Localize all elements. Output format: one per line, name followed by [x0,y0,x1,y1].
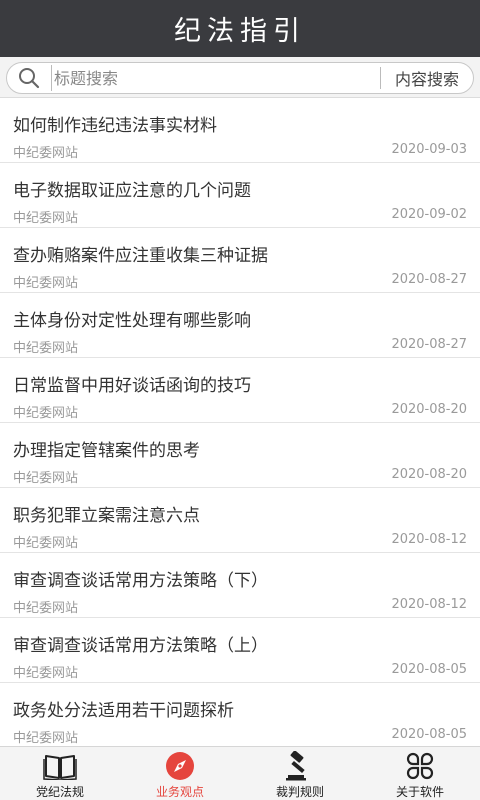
list-item[interactable]: 如何制作违纪违法事实材料 中纪委网站 2020-09-03 [0,98,480,163]
item-title: 审查调查谈话常用方法策略（下） [13,571,268,591]
title-search-input[interactable] [51,65,380,91]
content-search-button[interactable]: 内容搜索 [381,66,473,90]
item-title: 办理指定管辖案件的思考 [13,441,200,461]
tab-party-regulations[interactable]: 党纪法规 [0,747,120,800]
list-item[interactable]: 主体身份对定性处理有哪些影响 中纪委网站 2020-08-27 [0,293,480,358]
item-date: 2020-08-20 [391,467,467,482]
item-source: 中纪委网站 [13,341,79,356]
compass-icon [163,751,197,781]
item-source: 中纪委网站 [13,536,79,551]
item-date: 2020-09-03 [391,142,467,157]
item-date: 2020-08-05 [391,662,467,677]
item-date: 2020-09-02 [391,207,467,222]
tab-label: 关于软件 [395,785,444,799]
tab-business-views[interactable]: 业务观点 [120,747,240,800]
list-item[interactable]: 审查调查谈话常用方法策略（下） 中纪委网站 2020-08-12 [0,553,480,618]
cloverleaf-icon [403,751,437,781]
search-box: 内容搜索 [6,62,474,94]
item-title: 如何制作违纪违法事实材料 [13,116,217,136]
item-source: 中纪委网站 [13,666,79,681]
item-source: 中纪委网站 [13,276,79,291]
search-bar: 内容搜索 [0,57,480,98]
item-date: 2020-08-27 [391,272,467,287]
list-item[interactable]: 职务犯罪立案需注意六点 中纪委网站 2020-08-12 [0,488,480,553]
item-date: 2020-08-27 [391,337,467,352]
list-item[interactable]: 查办贿赂案件应注重收集三种证据 中纪委网站 2020-08-27 [0,228,480,293]
item-title: 主体身份对定性处理有哪些影响 [13,311,251,331]
list-item[interactable]: 电子数据取证应注意的几个问题 中纪委网站 2020-09-02 [0,163,480,228]
list-item[interactable]: 政务处分法适用若干问题探析 中纪委网站 2020-08-05 [0,683,480,746]
item-title: 查办贿赂案件应注重收集三种证据 [13,246,268,266]
list-item[interactable]: 办理指定管辖案件的思考 中纪委网站 2020-08-20 [0,423,480,488]
tab-label: 党纪法规 [35,785,84,799]
item-date: 2020-08-05 [391,727,467,742]
open-book-icon [43,751,77,781]
tab-label: 业务观点 [155,785,204,799]
article-list: 如何制作违纪违法事实材料 中纪委网站 2020-09-03 电子数据取证应注意的… [0,98,480,746]
list-item[interactable]: 审查调查谈话常用方法策略（上） 中纪委网站 2020-08-05 [0,618,480,683]
app-header: 纪法指引 [0,0,480,57]
item-source: 中纪委网站 [13,406,79,421]
item-title: 电子数据取证应注意的几个问题 [13,181,251,201]
item-title: 日常监督中用好谈话函询的技巧 [13,376,251,396]
item-date: 2020-08-12 [391,597,467,612]
item-source: 中纪委网站 [13,731,79,746]
item-source: 中纪委网站 [13,146,79,161]
gavel-icon [283,751,317,781]
list-item[interactable]: 日常监督中用好谈话函询的技巧 中纪委网站 2020-08-20 [0,358,480,423]
tab-about-software[interactable]: 关于软件 [360,747,480,800]
item-source: 中纪委网站 [13,211,79,226]
item-title: 职务犯罪立案需注意六点 [13,506,200,526]
bottom-tab-bar: 党纪法规 业务观点 裁判规则 关于软件 [0,746,480,800]
tab-label: 裁判规则 [275,785,324,799]
item-date: 2020-08-12 [391,532,467,547]
item-title: 政务处分法适用若干问题探析 [13,701,234,721]
tab-judgment-rules[interactable]: 裁判规则 [240,747,360,800]
item-source: 中纪委网站 [13,471,79,486]
item-source: 中纪委网站 [13,601,79,616]
item-title: 审查调查谈话常用方法策略（上） [13,636,268,656]
search-icon[interactable] [7,63,51,93]
page-title: 纪法指引 [174,16,306,47]
item-date: 2020-08-20 [391,402,467,417]
